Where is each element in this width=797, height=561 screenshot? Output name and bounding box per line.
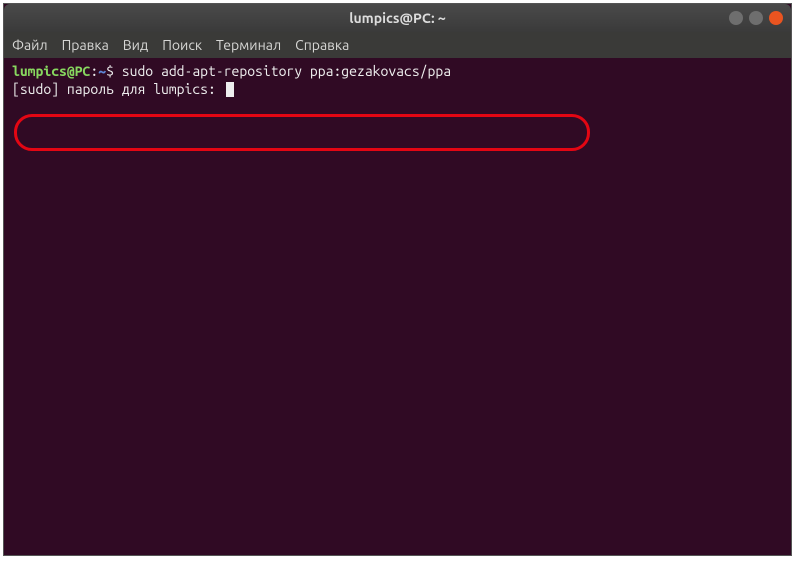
prompt-path: ~ <box>98 63 106 79</box>
window-title: lumpics@PC: ~ <box>349 10 446 26</box>
minimize-icon[interactable] <box>729 11 743 25</box>
menu-terminal[interactable]: Терминал <box>216 37 281 53</box>
sudo-password-prompt: [sudo] пароль для lumpics: <box>12 81 224 97</box>
window-controls <box>729 11 783 25</box>
menu-search[interactable]: Поиск <box>162 37 202 53</box>
menu-edit[interactable]: Правка <box>62 37 109 53</box>
command-text: sudo add-apt-repository ppa:gezakovacs/p… <box>114 63 451 79</box>
highlight-annotation <box>14 114 590 151</box>
cursor-icon <box>226 82 234 97</box>
menu-help[interactable]: Справка <box>295 37 349 53</box>
close-icon[interactable] <box>769 11 783 25</box>
menubar: Файл Правка Вид Поиск Терминал Справка <box>4 32 791 58</box>
menu-view[interactable]: Вид <box>123 37 148 53</box>
prompt-user: lumpics@PC <box>12 63 90 79</box>
prompt-line: lumpics@PC:~$ sudo add-apt-repository pp… <box>12 62 783 80</box>
maximize-icon[interactable] <box>749 11 763 25</box>
prompt-dollar: $ <box>106 63 114 79</box>
menu-file[interactable]: Файл <box>12 37 48 53</box>
terminal-window: lumpics@PC: ~ Файл Правка Вид Поиск Терм… <box>3 3 792 556</box>
titlebar[interactable]: lumpics@PC: ~ <box>4 4 791 32</box>
output-line: [sudo] пароль для lumpics: <box>12 80 783 98</box>
terminal-body[interactable]: lumpics@PC:~$ sudo add-apt-repository pp… <box>4 58 791 555</box>
